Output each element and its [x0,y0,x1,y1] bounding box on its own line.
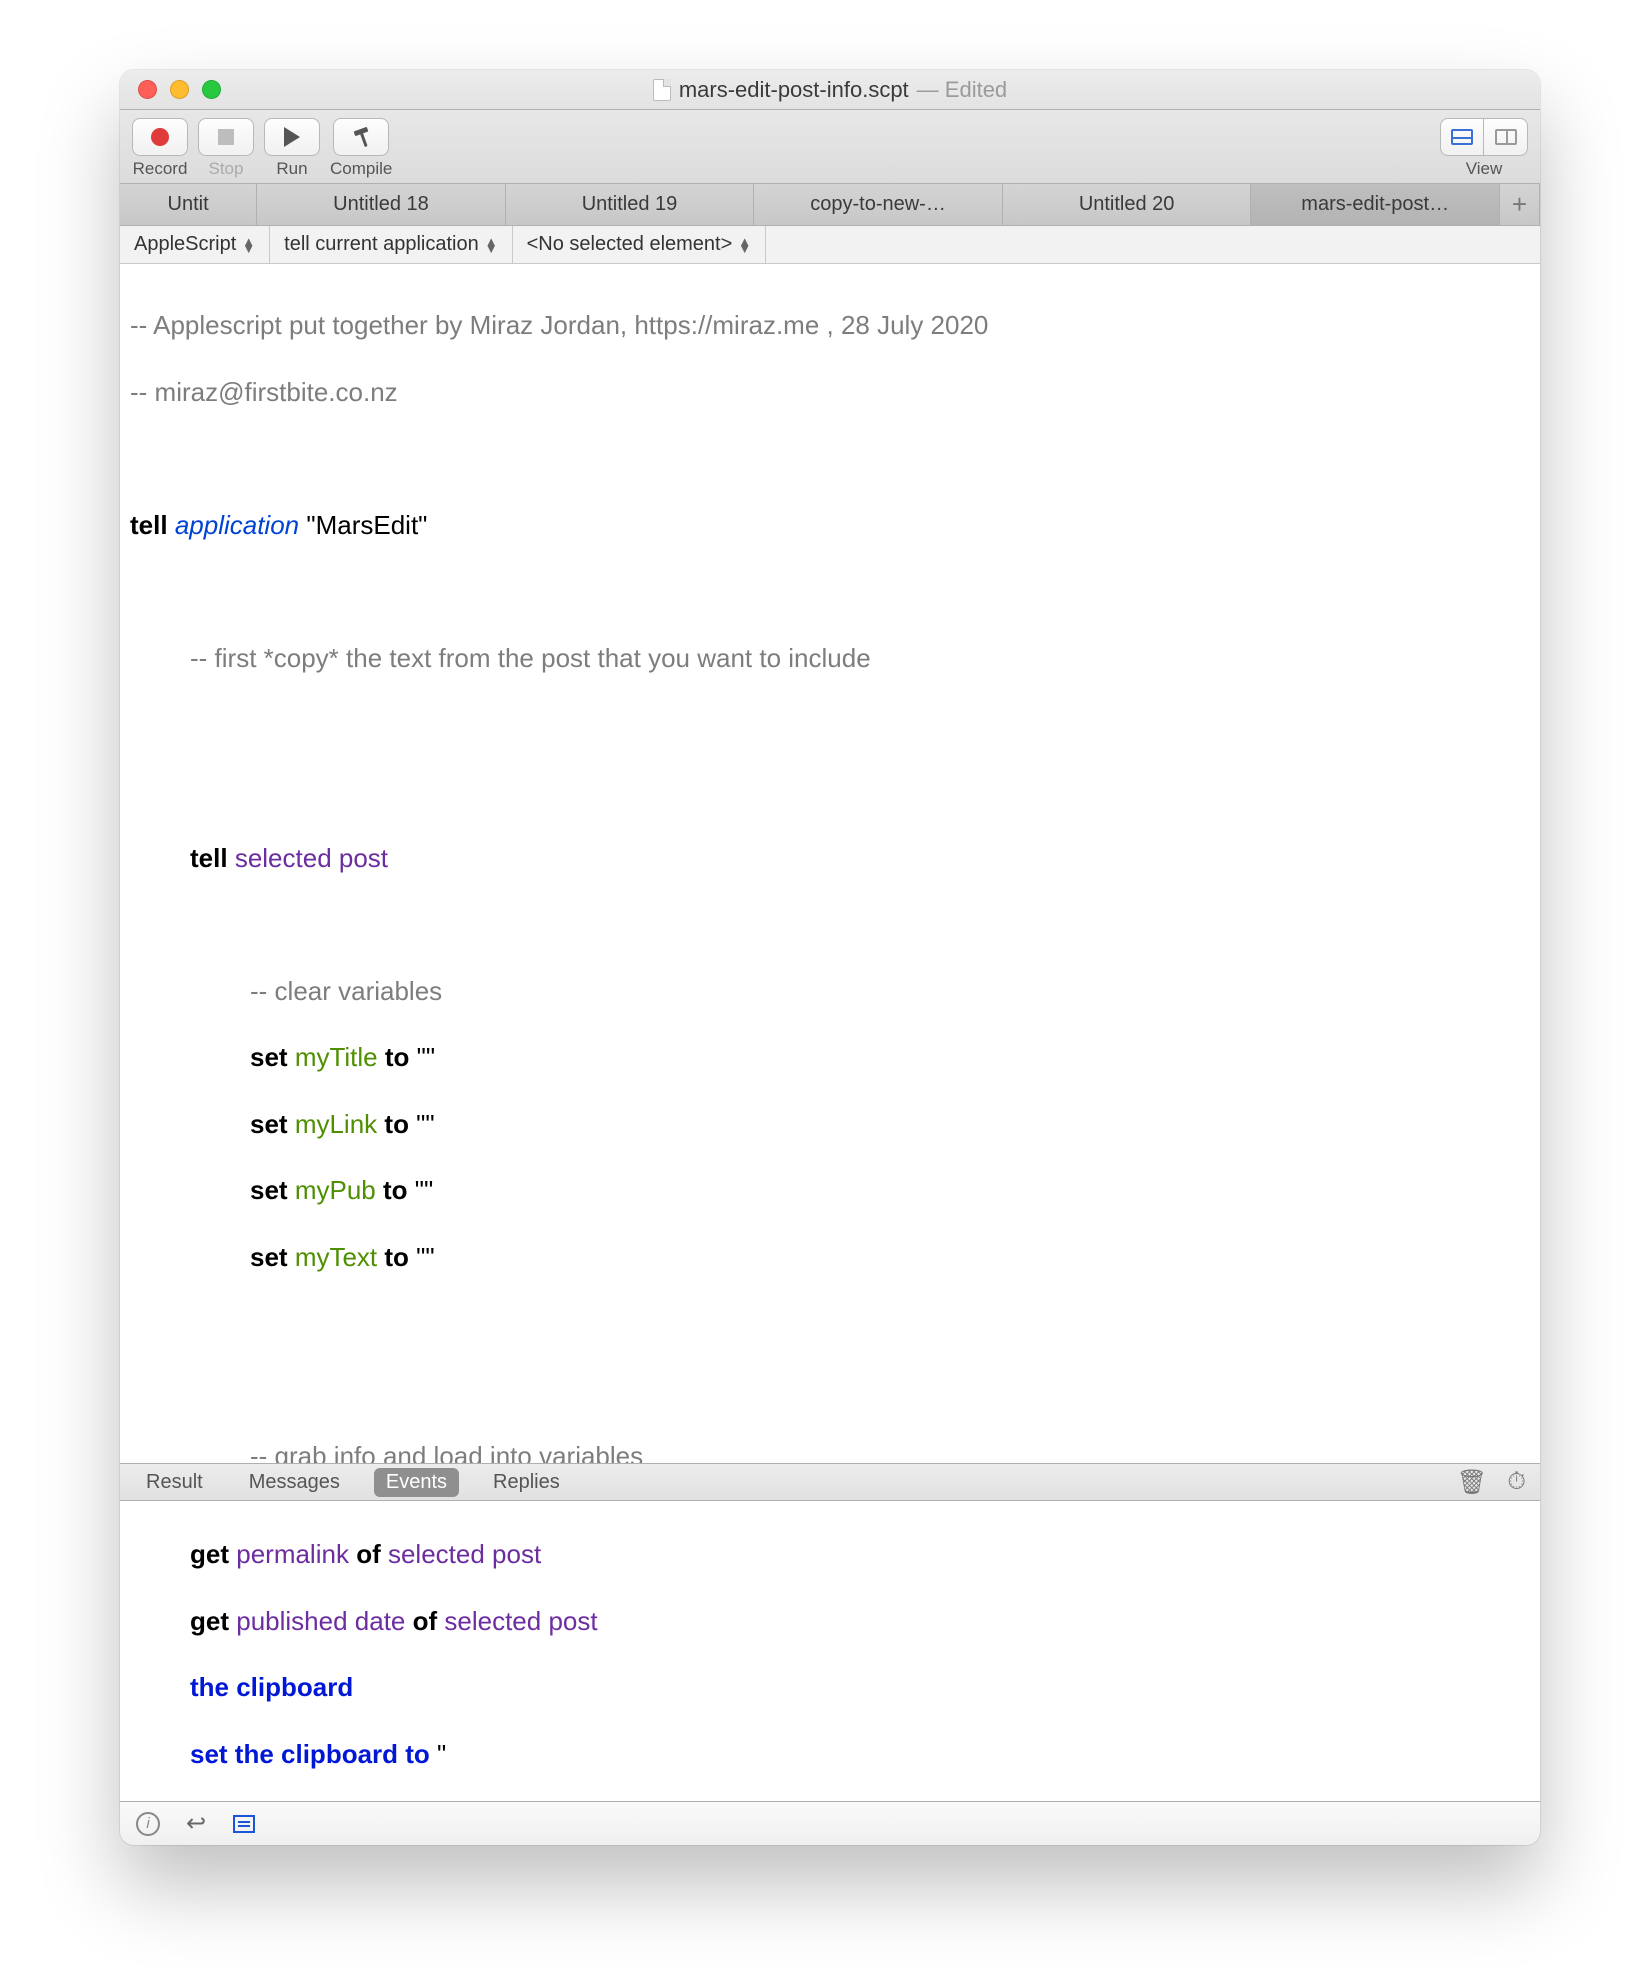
tab-copy-to-new[interactable]: copy-to-new-… [754,184,1003,225]
view-mode-split-v[interactable] [1484,118,1528,156]
close-window-button[interactable] [138,80,157,99]
window-title-filename: mars-edit-post-info.scpt [679,77,909,103]
tab-untitled[interactable]: Untit [120,184,257,225]
play-icon [284,127,300,147]
new-tab-button[interactable]: + [1500,184,1540,225]
record-button[interactable] [132,118,188,156]
toolbar: Record Stop Run Compile View [120,110,1540,184]
lines-icon [233,1815,255,1833]
tab-untitled-20[interactable]: Untitled 20 [1003,184,1252,225]
record-label: Record [133,159,188,179]
window-title-edited: — Edited [917,77,1008,103]
nav-scope-picker[interactable]: tell current application▲▼ [270,226,512,263]
log-pane[interactable]: get permalink of selected post get publi… [120,1501,1540,1801]
compile-button[interactable] [333,118,389,156]
script-editor-area[interactable]: -- Applescript put together by Miraz Jor… [120,264,1540,1463]
split-horizontal-icon [1451,129,1473,145]
view-mode-split-h[interactable] [1440,118,1484,156]
status-bar: i ↩ [120,1801,1540,1845]
info-icon: i [136,1812,160,1836]
document-tabs: Untit Untitled 18 Untitled 19 copy-to-ne… [120,184,1540,226]
record-icon [151,128,169,146]
log-tabs: Result Messages Events Replies 🗑 ⏱ [120,1463,1540,1501]
view-label: View [1466,159,1503,179]
navigation-bar: AppleScript▲▼ tell current application▲▼… [120,226,1540,264]
stop-label: Stop [209,159,244,179]
compile-label: Compile [330,159,392,179]
nav-language-picker[interactable]: AppleScript▲▼ [120,226,270,263]
tab-mars-edit-post[interactable]: mars-edit-post… [1251,184,1500,225]
stop-icon [218,129,234,145]
script-editor-window: mars-edit-post-info.scpt — Edited Record… [120,70,1540,1845]
stop-button[interactable] [198,118,254,156]
log-tab-events[interactable]: Events [374,1468,459,1497]
document-proxy-icon[interactable] [653,79,671,101]
tab-untitled-18[interactable]: Untitled 18 [257,184,506,225]
minimize-window-button[interactable] [170,80,189,99]
log-tab-result[interactable]: Result [134,1468,215,1497]
log-tab-replies[interactable]: Replies [481,1468,572,1497]
titlebar: mars-edit-post-info.scpt — Edited [120,70,1540,110]
tab-untitled-19[interactable]: Untitled 19 [506,184,755,225]
nav-element-picker[interactable]: <No selected element>▲▼ [513,226,767,263]
history-icon[interactable]: ⏱ [1507,1468,1526,1497]
description-toggle[interactable] [230,1810,258,1838]
info-button[interactable]: i [134,1810,162,1838]
run-label: Run [276,159,307,179]
trash-icon[interactable]: 🗑 [1457,1468,1487,1497]
log-tab-messages[interactable]: Messages [237,1468,352,1497]
zoom-window-button[interactable] [202,80,221,99]
view-mode-segmented[interactable] [1440,118,1528,156]
hammer-icon [350,127,372,147]
reply-button[interactable]: ↩ [182,1810,210,1838]
window-controls [120,80,221,99]
split-vertical-icon [1495,129,1517,145]
run-button[interactable] [264,118,320,156]
